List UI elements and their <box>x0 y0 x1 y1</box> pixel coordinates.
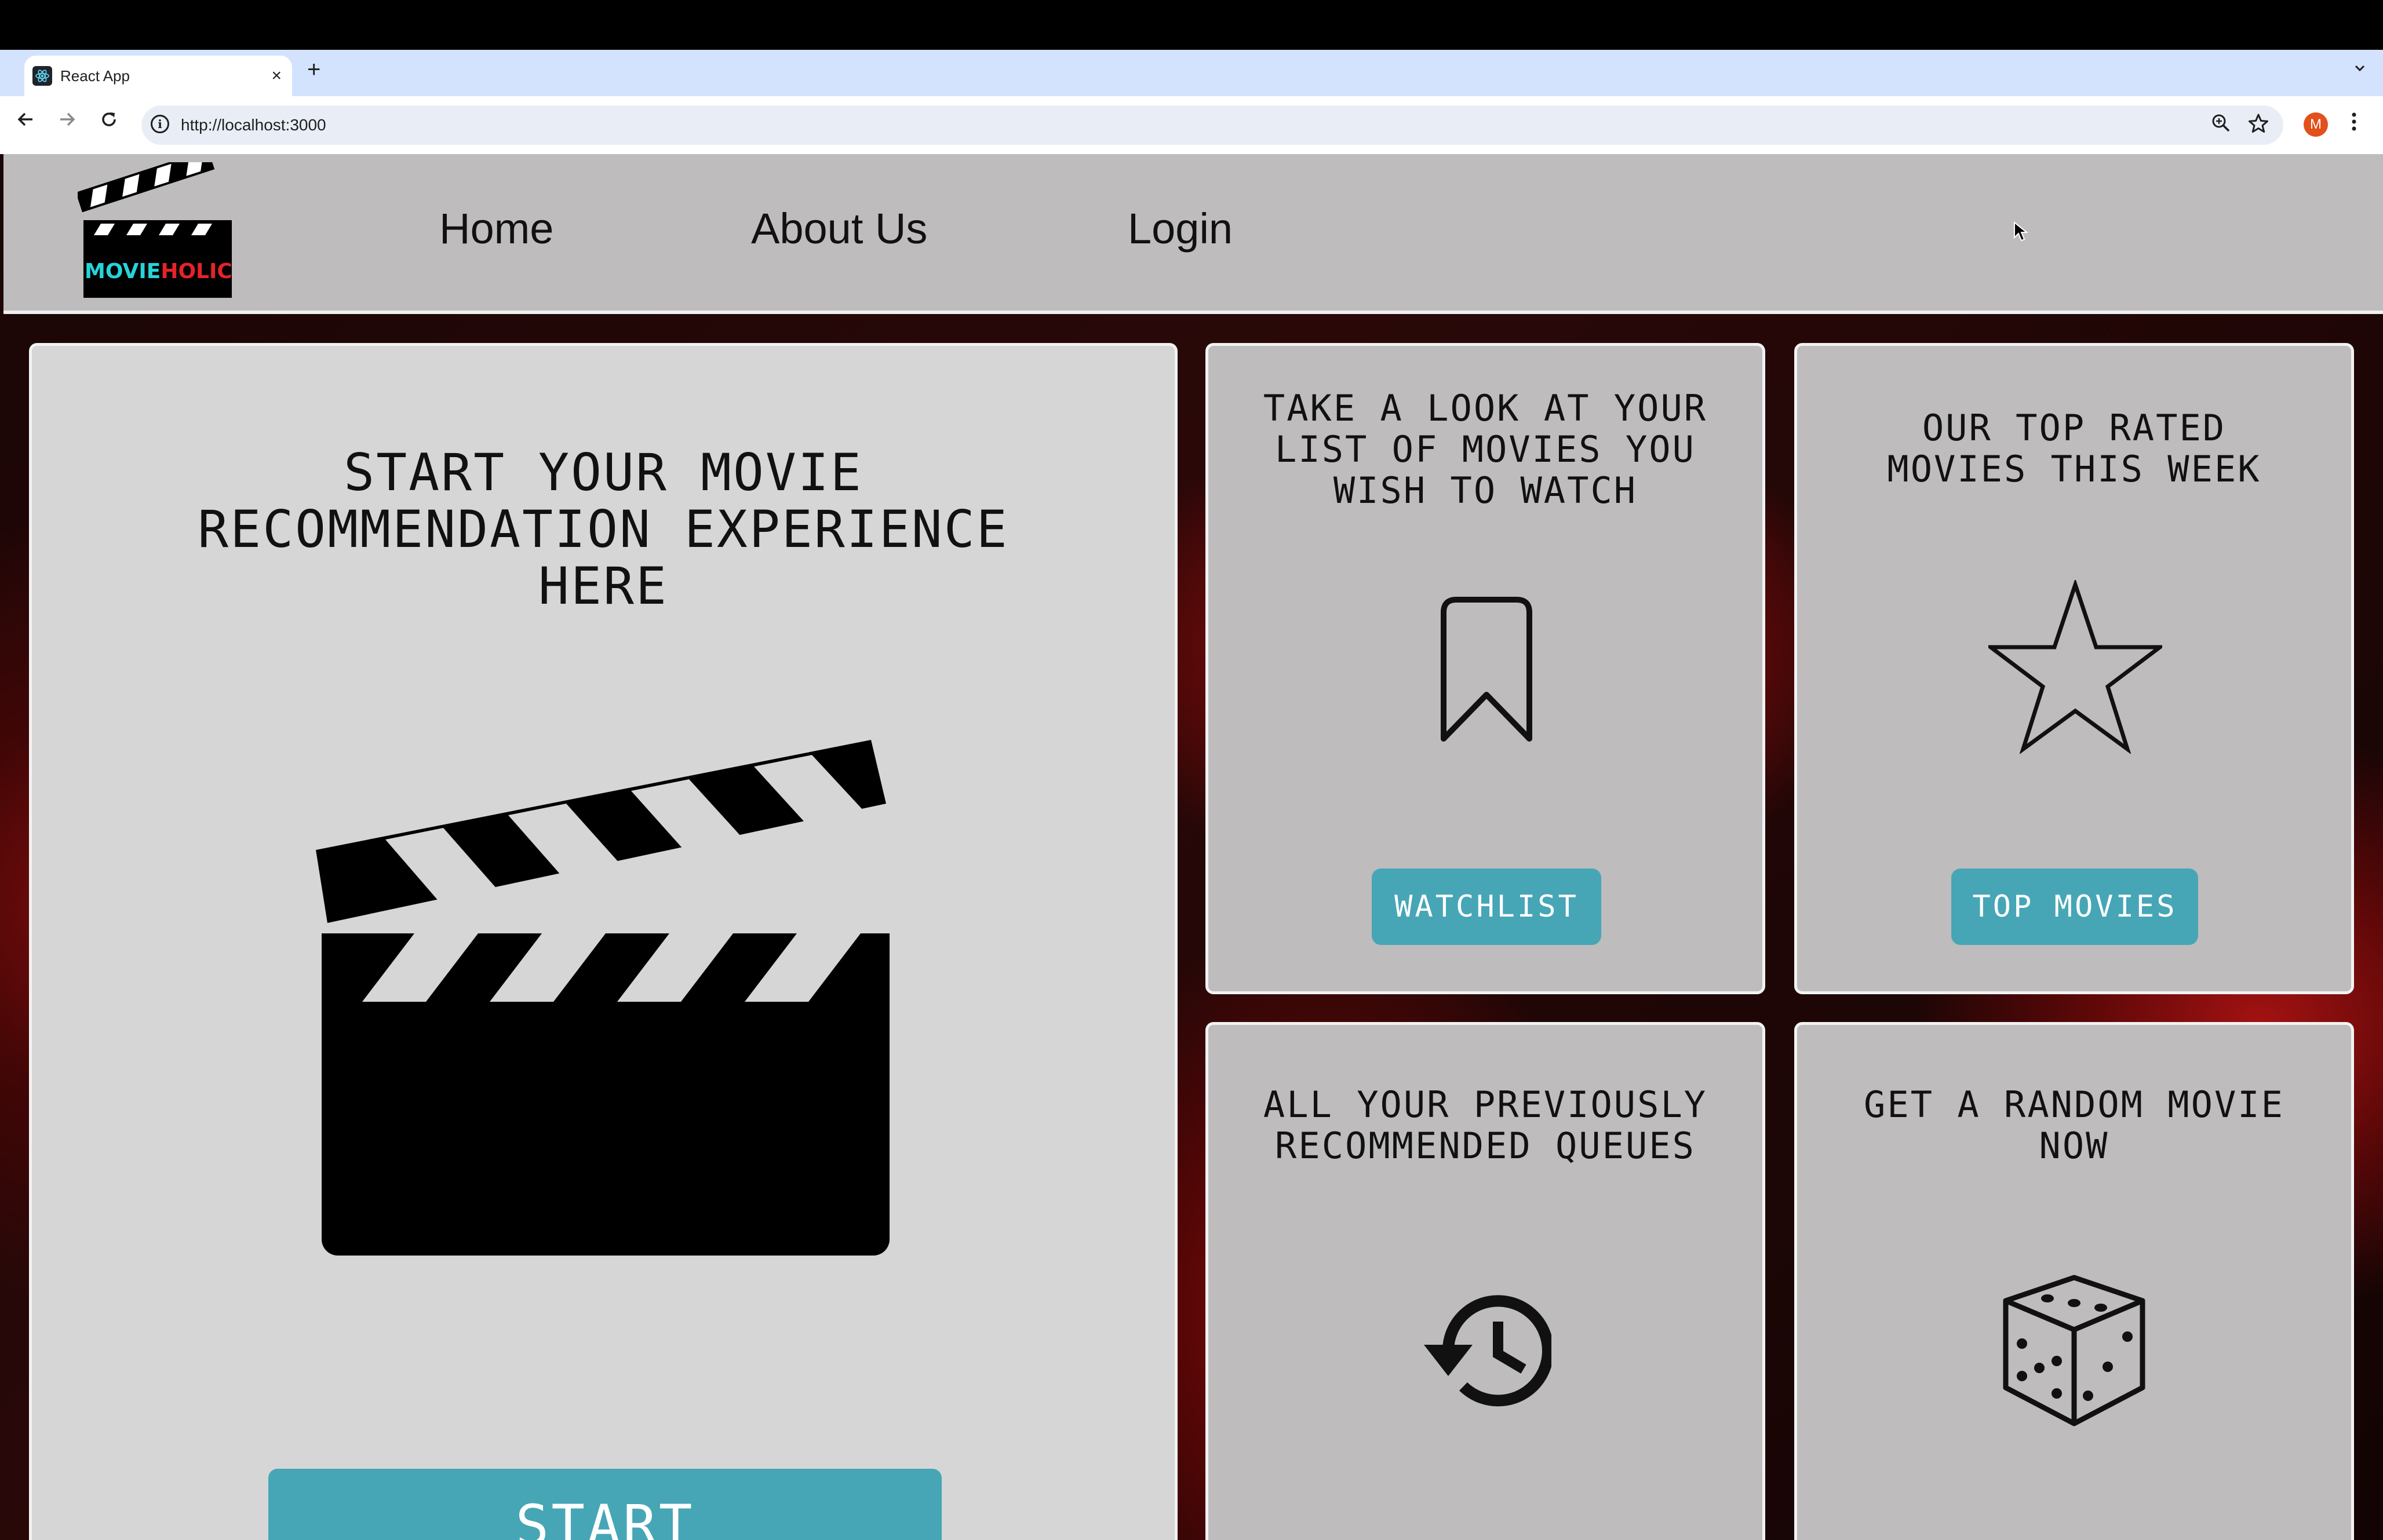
history-icon <box>1424 1295 1551 1407</box>
browser-toolbar: i http://localhost:3000 M <box>0 96 2383 154</box>
top-movies-card-title: OUR TOP RATED MOVIES THIS WEEK <box>1887 407 2261 490</box>
reload-icon[interactable] <box>99 109 119 133</box>
os-top-bar <box>0 0 2383 50</box>
clapperboard-icon <box>316 740 890 1256</box>
tab-title: React App <box>60 67 130 85</box>
dice-icon <box>2003 1275 2145 1426</box>
mouse-cursor-icon <box>2013 221 2028 245</box>
browser-menu-icon[interactable] <box>2351 110 2358 137</box>
history-card-title: ALL YOUR PREVIOUSLY RECOMMENDED QUEUES <box>1263 1083 1708 1167</box>
zoom-icon[interactable] <box>2210 112 2232 138</box>
react-favicon-icon <box>32 66 52 86</box>
new-tab-button[interactable]: + <box>307 58 320 81</box>
top-movies-card: OUR TOP RATED MOVIES THIS WEEK TOP MOVIE… <box>1794 343 2354 994</box>
bookmark-star-icon[interactable] <box>2247 112 2269 138</box>
tab-close-icon[interactable]: × <box>271 67 282 85</box>
site-header: MOVIEHOLIC Home About Us Login <box>3 154 2383 314</box>
page-body: MOVIEHOLIC Home About Us Login START YOU… <box>0 154 2383 1540</box>
watchlist-card: TAKE A LOOK AT YOUR LIST OF MOVIES YOU W… <box>1205 343 1765 994</box>
back-arrow-icon[interactable] <box>15 109 36 133</box>
watchlist-button[interactable]: WATCHLIST <box>1372 868 1601 945</box>
url-text[interactable]: http://localhost:3000 <box>181 116 326 134</box>
star-icon <box>1988 580 2162 754</box>
nav-home-link[interactable]: Home <box>439 207 553 250</box>
forward-arrow-icon[interactable] <box>57 109 78 133</box>
nav-about-link[interactable]: About Us <box>751 207 927 250</box>
top-movies-button[interactable]: TOP MOVIES <box>1951 868 2198 945</box>
movieholic-logo[interactable]: MOVIEHOLIC <box>75 154 234 300</box>
start-card: START YOUR MOVIE RECOMMENDATION EXPERIEN… <box>29 343 1178 1540</box>
browser-tab[interactable]: React App × <box>24 56 292 96</box>
logo-wordmark: MOVIEHOLIC <box>85 260 232 283</box>
watchlist-card-title: TAKE A LOOK AT YOUR LIST OF MOVIES YOU W… <box>1263 387 1708 512</box>
site-info-icon[interactable]: i <box>151 115 169 133</box>
random-movie-card-title: GET A RANDOM MOVIE NOW <box>1864 1083 2284 1167</box>
tab-search-chevron-icon[interactable] <box>2351 59 2369 82</box>
random-movie-card: GET A RANDOM MOVIE NOW <box>1794 1022 2354 1540</box>
history-card: ALL YOUR PREVIOUSLY RECOMMENDED QUEUES <box>1205 1022 1765 1540</box>
tab-strip: React App × + <box>0 50 2383 96</box>
profile-avatar[interactable]: M <box>2304 112 2328 137</box>
address-bar[interactable]: i http://localhost:3000 <box>141 105 2283 145</box>
nav-login-link[interactable]: Login <box>1128 207 1233 250</box>
start-button[interactable]: START <box>268 1469 942 1540</box>
start-card-title: START YOUR MOVIE RECOMMENDATION EXPERIEN… <box>198 443 1009 616</box>
bookmark-icon <box>1441 597 1532 742</box>
